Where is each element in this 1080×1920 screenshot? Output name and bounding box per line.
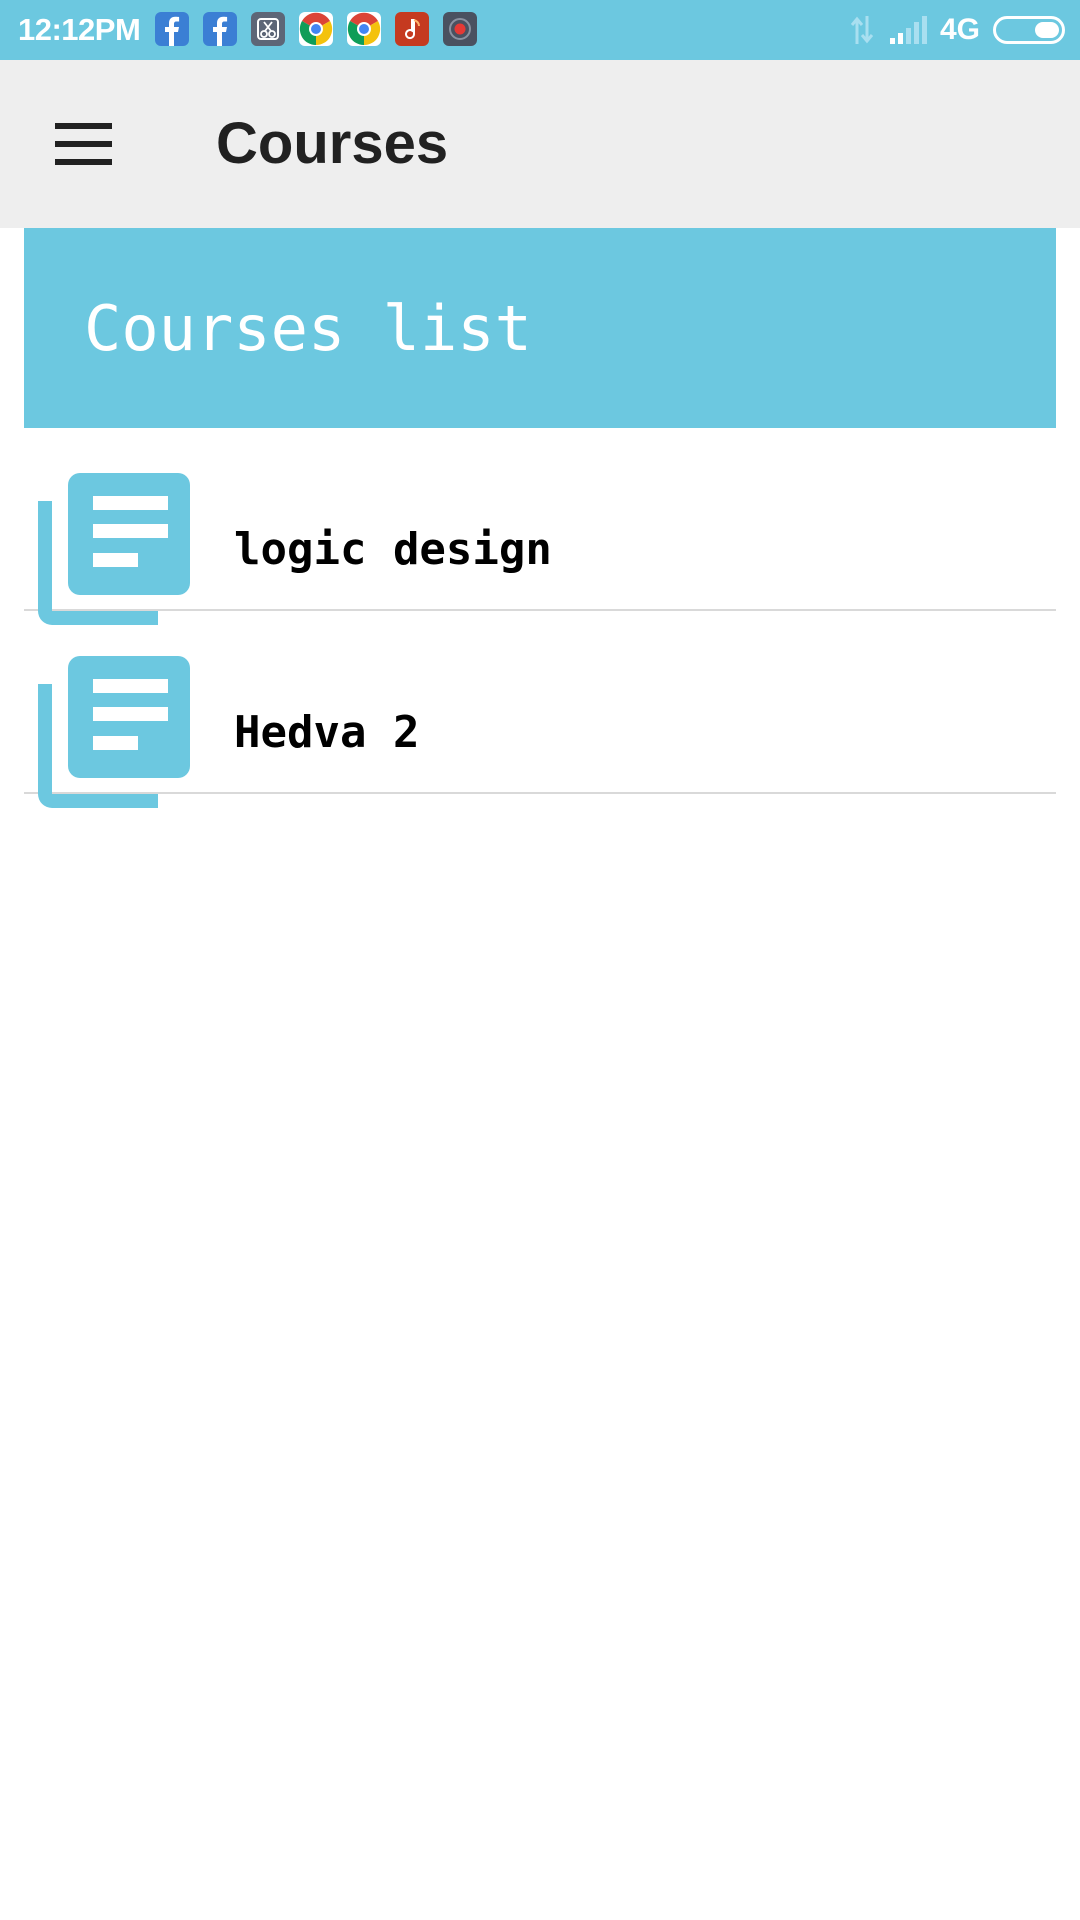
scissors-app-icon [251, 12, 285, 46]
list-item[interactable]: logic design [24, 428, 1056, 625]
chrome-icon [347, 12, 381, 46]
status-time: 12:12PM [18, 12, 141, 47]
courses-list-title: Courses list [84, 292, 532, 365]
hamburger-menu-icon[interactable] [40, 110, 128, 178]
screen-recorder-icon [443, 12, 477, 46]
course-list: logic design Hedva 2 [24, 428, 1056, 808]
facebook-icon [155, 12, 189, 46]
status-bar: 12:12PM 4G [0, 0, 1080, 60]
course-document-icon [38, 656, 190, 808]
music-app-icon [395, 12, 429, 46]
battery-icon [993, 16, 1065, 44]
data-transfer-icon [850, 16, 874, 44]
page-title: Courses [216, 111, 449, 176]
course-name: Hedva 2 [234, 707, 420, 758]
app-bar: Courses [0, 60, 1080, 228]
list-item[interactable]: Hedva 2 [24, 611, 1056, 808]
course-name: logic design [234, 524, 552, 575]
courses-list-header: Courses list [24, 228, 1056, 428]
course-document-icon [38, 473, 190, 625]
network-type: 4G [940, 13, 981, 46]
signal-strength-icon [890, 16, 927, 44]
chrome-icon [299, 12, 333, 46]
facebook-icon [203, 12, 237, 46]
